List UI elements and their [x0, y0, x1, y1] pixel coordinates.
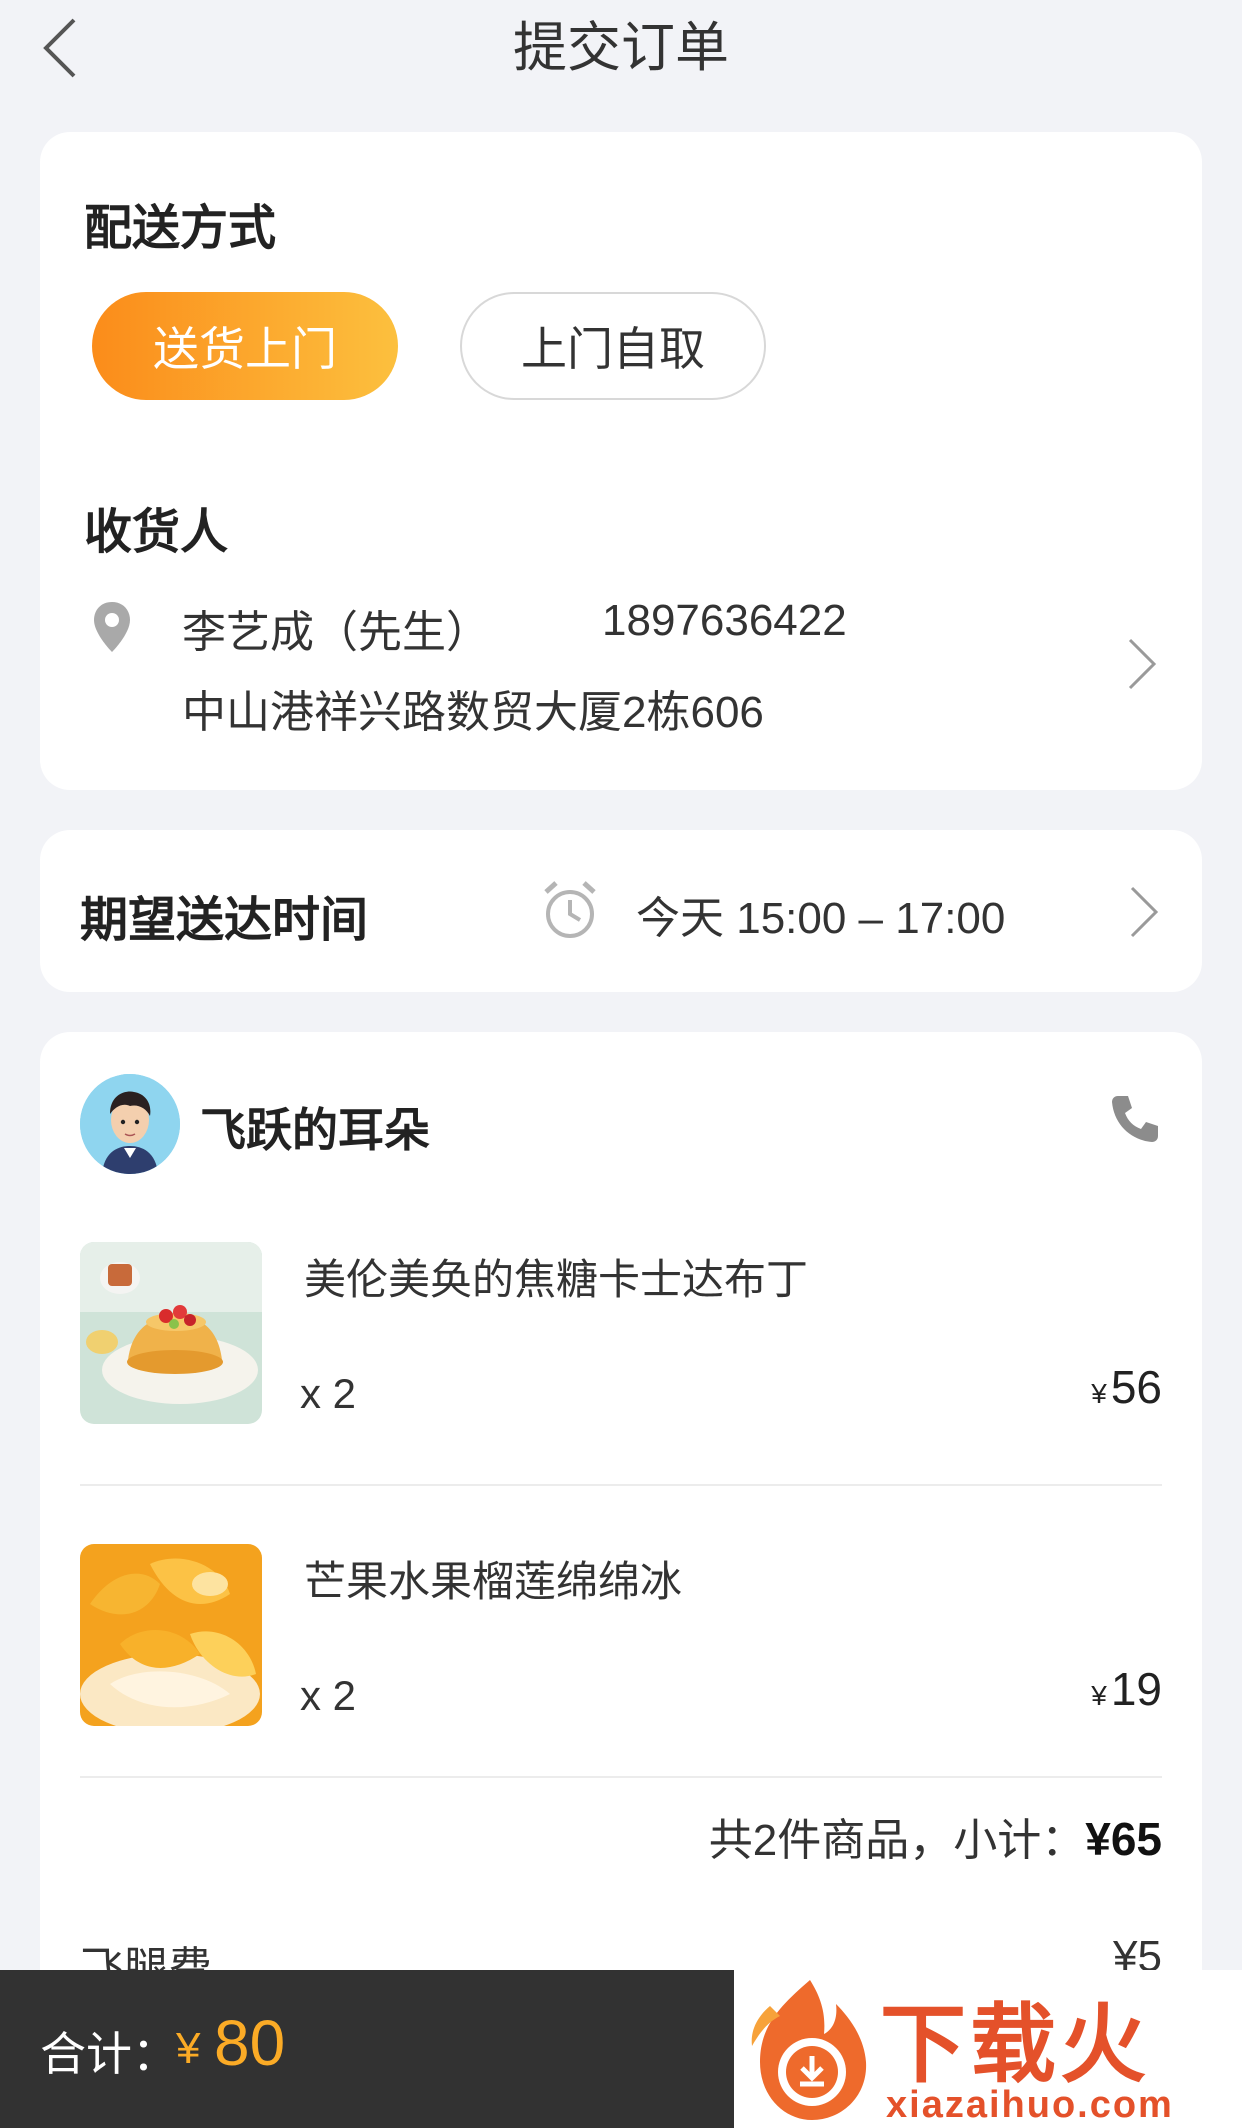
receiver-phone: 1897636422: [602, 596, 847, 645]
watermark-url: xiazaihuo.com: [886, 2084, 1174, 2126]
receiver-info-row[interactable]: 李艺成（先生） 1897636422 中山港祥兴路数贸大厦2栋606: [40, 596, 1202, 760]
divider: [80, 1484, 1162, 1486]
divider: [80, 1776, 1162, 1778]
item-price: ¥56: [1091, 1360, 1162, 1414]
subtotal-label: 共2件商品，小计：: [708, 1816, 1086, 1865]
phone-icon: [1112, 1096, 1158, 1142]
delivery-time-selector[interactable]: 今天 15:00 – 17:00: [542, 830, 1162, 992]
bottom-bar: 合计： ¥ 80 下载火 xiazaihuo.com: [0, 1970, 1242, 2128]
shop-name: 飞跃的耳朵: [200, 1104, 430, 1156]
avatar-illustration: [80, 1074, 180, 1174]
currency-symbol: ¥: [1091, 1378, 1107, 1409]
item-price-value: 56: [1110, 1361, 1162, 1413]
chevron-right-icon: [1128, 638, 1157, 690]
location-pin-icon: [94, 602, 130, 652]
item-quantity: x 2: [300, 1672, 357, 1719]
page-title: 提交订单: [513, 18, 729, 78]
subtotal-value: ¥65: [1085, 1813, 1162, 1865]
item-name: 美伦美奂的焦糖卡士达布丁: [304, 1256, 809, 1303]
watermark-text: 下载火: [880, 1997, 1150, 2093]
watermark-logo: 下载火 xiazaihuo.com: [734, 1970, 1242, 2128]
delivery-card: 配送方式 送货上门 上门自取 收货人 李艺成（先生） 1897636422 中山…: [40, 132, 1202, 790]
chevron-right-icon: [1130, 886, 1159, 938]
item-price-value: 19: [1110, 1663, 1162, 1715]
call-button[interactable]: [1108, 1092, 1162, 1151]
receiver-address: 中山港祥兴路数贸大厦2栋606: [182, 688, 764, 737]
receiver-name: 李艺成（先生）: [182, 608, 490, 657]
shop-card: 飞跃的耳朵 美伦美奂的焦糖卡士达布丁 x 2 ¥56 芒果水果榴莲绵绵冰 x 2…: [40, 1032, 1202, 2128]
order-item[interactable]: 美伦美奂的焦糖卡士达布丁 x 2 ¥56: [80, 1242, 1162, 1432]
delivery-time-label: 期望送达时间: [80, 894, 369, 947]
item-image: [80, 1544, 262, 1726]
delivery-option-pickup[interactable]: 上门自取: [460, 292, 766, 400]
item-image: [80, 1242, 262, 1424]
total-currency: ¥: [176, 2024, 201, 2073]
total-value: 80: [214, 2007, 286, 2079]
flame-logo-icon: [751, 1980, 867, 2120]
total-label: 合计：: [40, 2028, 178, 2080]
currency-symbol: ¥: [1091, 1680, 1107, 1711]
avatar: [80, 1074, 180, 1174]
receiver-title: 收货人: [84, 506, 229, 559]
delivery-option-home[interactable]: 送货上门: [92, 292, 398, 400]
item-name: 芒果水果榴莲绵绵冰: [304, 1558, 683, 1605]
item-price: ¥19: [1091, 1662, 1162, 1716]
navbar: 提交订单: [0, 0, 1242, 96]
delivery-time-card: 期望送达时间 今天 15:00 – 17:00: [40, 830, 1202, 992]
item-quantity: x 2: [300, 1370, 357, 1417]
alarm-clock-icon: [544, 881, 596, 938]
delivery-method-title: 配送方式: [84, 202, 277, 255]
order-item[interactable]: 芒果水果榴莲绵绵冰 x 2 ¥19: [80, 1544, 1162, 1734]
order-page: 提交订单 配送方式 送货上门 上门自取 收货人 李艺成（先生） 18976364…: [0, 0, 1242, 2128]
delivery-time-value: 今天 15:00 – 17:00: [636, 894, 1006, 943]
subtotal-row: 共2件商品，小计：¥65: [709, 1804, 1162, 1868]
